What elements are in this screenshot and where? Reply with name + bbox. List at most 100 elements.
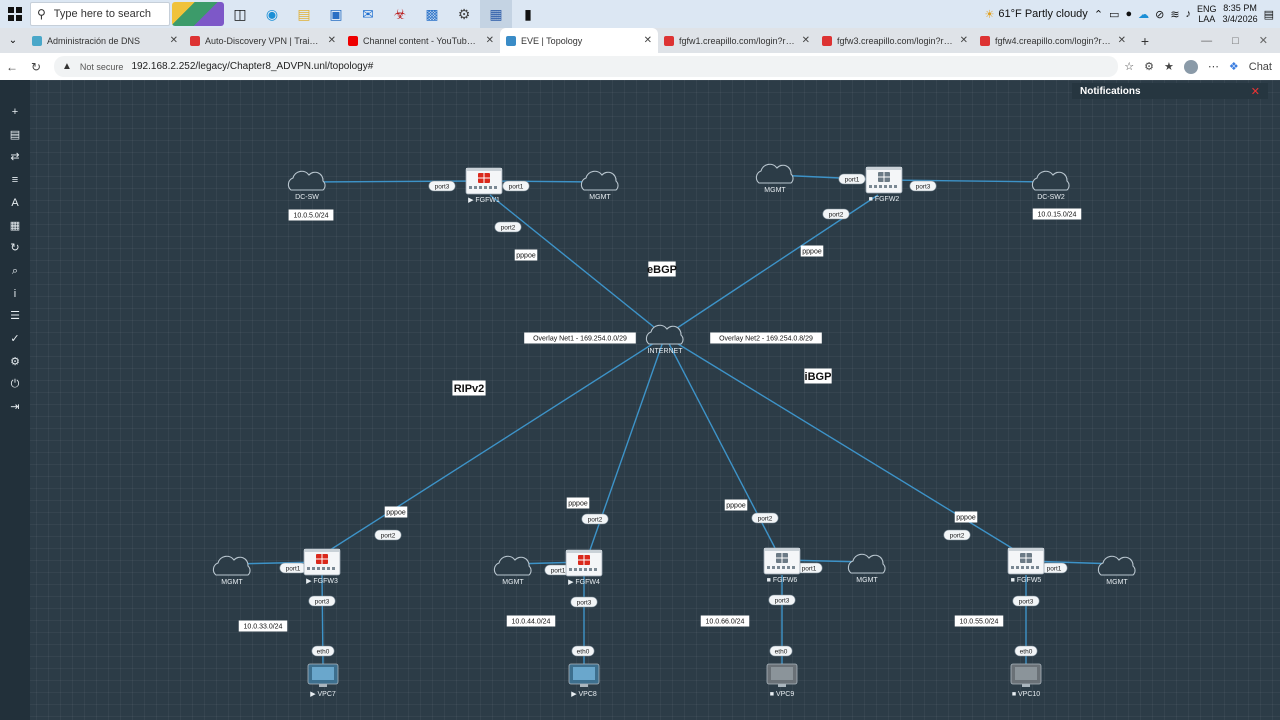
tab-close-icon[interactable]: ✕ [1118,35,1126,46]
tab-actions-chevron-icon[interactable]: ⌄ [0,28,26,53]
file-explorer-icon[interactable]: ▤ [288,0,320,28]
profile-avatar[interactable] [1183,59,1198,74]
node-fgfw4[interactable]: ▶ FGFW4 [565,549,603,586]
taskbar-search-box[interactable]: ⚲ Type here to search [30,2,170,26]
interface-label[interactable]: port3 [768,594,796,606]
node-mgmt[interactable]: MGMT [1097,555,1136,586]
interface-label[interactable]: port1 [1040,562,1068,574]
node-mgmt[interactable]: MGMT [847,553,886,584]
copilot-icon[interactable]: ❖ [1229,60,1239,73]
url-text[interactable]: 192.168.2.252/legacy/Chapter8_ADVPN.unl/… [131,61,373,72]
interface-label[interactable]: port1 [838,173,866,185]
outlook-icon[interactable]: ✉ [352,0,384,28]
new-tab-button[interactable]: + [1132,28,1158,53]
interface-label[interactable]: port2 [581,513,609,525]
link-dcsw-fgfw1[interactable] [306,180,485,183]
interface-label[interactable]: port1 [502,180,530,192]
node-vpc9[interactable]: ■ VPC9 [766,663,798,698]
tab-close-icon[interactable]: ✕ [170,35,178,46]
store-icon[interactable]: ▣ [320,0,352,28]
terminal-icon[interactable]: ▮ [512,0,544,28]
weather-widget[interactable]: ☀ 61°F Partly cloudy [985,8,1088,21]
node-vpc8[interactable]: ▶ VPC8 [568,663,600,698]
node-fgfw6[interactable]: ■ FGFW6 [763,547,801,584]
interface-label[interactable]: port2 [494,221,522,233]
node-fgfw5[interactable]: ■ FGFW5 [1007,547,1045,584]
node-fgfw1[interactable]: ▶ FGFW1 [465,167,503,204]
browser-tab[interactable]: Administración de DNS ✕ [26,28,184,53]
interface-label[interactable]: eth0 [311,645,335,657]
task-view-icon[interactable]: ◫ [224,0,256,28]
tab-close-icon[interactable]: ✕ [802,35,810,46]
app-icon-security[interactable]: ☣ [384,0,416,28]
node-mgmt[interactable]: MGMT [755,163,794,194]
interface-label[interactable]: port2 [822,208,850,220]
reload-button-icon[interactable]: ↻ [24,60,48,74]
chrome-window-icon[interactable]: ▦ [480,0,512,28]
interface-label[interactable]: port2 [374,529,402,541]
windows-start-icon[interactable] [0,0,30,28]
taskbar-clock[interactable]: 8:35 PM 3/4/2026 [1223,3,1258,25]
interface-label[interactable]: port3 [1012,595,1040,607]
search-highlight-image[interactable] [172,2,224,26]
tab-close-icon[interactable]: ✕ [486,35,494,46]
interface-label[interactable]: port1 [279,562,307,574]
node-internet[interactable]: INTERNET [645,324,684,355]
app-icon-tool[interactable]: ⚙ [448,0,480,28]
edge-icon[interactable]: ◉ [256,0,288,28]
tab-close-icon[interactable]: ✕ [328,35,336,46]
node-fgfw3[interactable]: ▶ FGFW3 [303,548,341,585]
browser-tab[interactable]: EVE | Topology ✕ [500,28,658,53]
maximize-icon[interactable]: □ [1232,35,1239,47]
cloud-icon[interactable]: ☁ [1138,8,1149,21]
node-vpc10[interactable]: ■ VPC10 [1010,663,1042,698]
node-vpc7[interactable]: ▶ VPC7 [307,663,339,698]
node-dc-sw2[interactable]: DC-SW2 [1031,170,1070,201]
notification-center-icon[interactable]: ▤ [1264,8,1274,21]
remote-desktop-icon[interactable]: ▩ [416,0,448,28]
bookmark-star-icon[interactable]: ☆ [1124,60,1134,73]
notifications-close-icon[interactable]: ✕ [1251,85,1260,98]
link-fgfw2-dcsw2[interactable] [883,179,1052,183]
interface-label[interactable]: eth0 [571,645,595,657]
interface-label[interactable]: port3 [308,595,336,607]
tab-close-icon[interactable]: ✕ [960,35,968,46]
link-fgfw1-internet[interactable] [489,194,666,337]
interface-label[interactable]: port2 [943,529,971,541]
extensions-icon[interactable]: ⚙ [1144,60,1154,73]
menu-dots-icon[interactable]: ⋯ [1208,60,1219,73]
interface-label[interactable]: port3 [570,596,598,608]
close-window-icon[interactable]: ✕ [1259,34,1268,47]
microphone-icon[interactable]: ● [1125,8,1132,20]
node-dc-sw[interactable]: DC-SW [287,170,326,201]
interface-label[interactable]: eth0 [769,645,793,657]
link-internet-fgfw3[interactable] [329,335,666,551]
back-button-icon[interactable]: ← [0,60,24,74]
wifi-icon[interactable]: ≋ [1170,8,1179,21]
node-mgmt[interactable]: MGMT [212,555,251,586]
omnibox[interactable]: ▲ Not secure 192.168.2.252/legacy/Chapte… [54,56,1119,77]
pppoe-label: pppoe [954,511,978,523]
battery-icon[interactable]: ▭ [1109,8,1119,21]
interface-label[interactable]: eth0 [1014,645,1038,657]
overlay-net1-label: Overlay Net1 - 169.254.0.0/29 [524,332,636,344]
volume-icon[interactable]: ♪ [1186,8,1192,20]
favorites-icon[interactable]: ★ [1164,60,1174,73]
browser-tab[interactable]: Auto-Discovery VPN | Training Ins ✕ [184,28,342,53]
tab-close-icon[interactable]: ✕ [644,35,652,46]
interface-label[interactable]: port2 [751,512,779,524]
node-mgmt[interactable]: MGMT [580,170,619,201]
minimize-icon[interactable]: — [1201,35,1212,47]
chat-button[interactable]: Chat [1249,61,1272,73]
node-mgmt[interactable]: MGMT [493,555,532,586]
browser-tab[interactable]: fgfw3.creapillo.com/login?redir=% ✕ [816,28,974,53]
language-indicator[interactable]: ENG LAA [1197,4,1217,24]
interface-label[interactable]: port3 [428,180,456,192]
browser-tab[interactable]: fgfw4.creapillo.com/login?redir=% ✕ [974,28,1132,53]
browser-tab[interactable]: Channel content - YouTube Studio ✕ [342,28,500,53]
camera-off-icon[interactable]: ⊘ [1155,8,1164,21]
interface-label[interactable]: port3 [909,180,937,192]
node-fgfw2[interactable]: ■ FGFW2 [865,166,903,203]
browser-tab[interactable]: fgfw1.creapillo.com/login?redir=% ✕ [658,28,816,53]
chevron-up-icon[interactable]: ⌃ [1094,8,1103,21]
